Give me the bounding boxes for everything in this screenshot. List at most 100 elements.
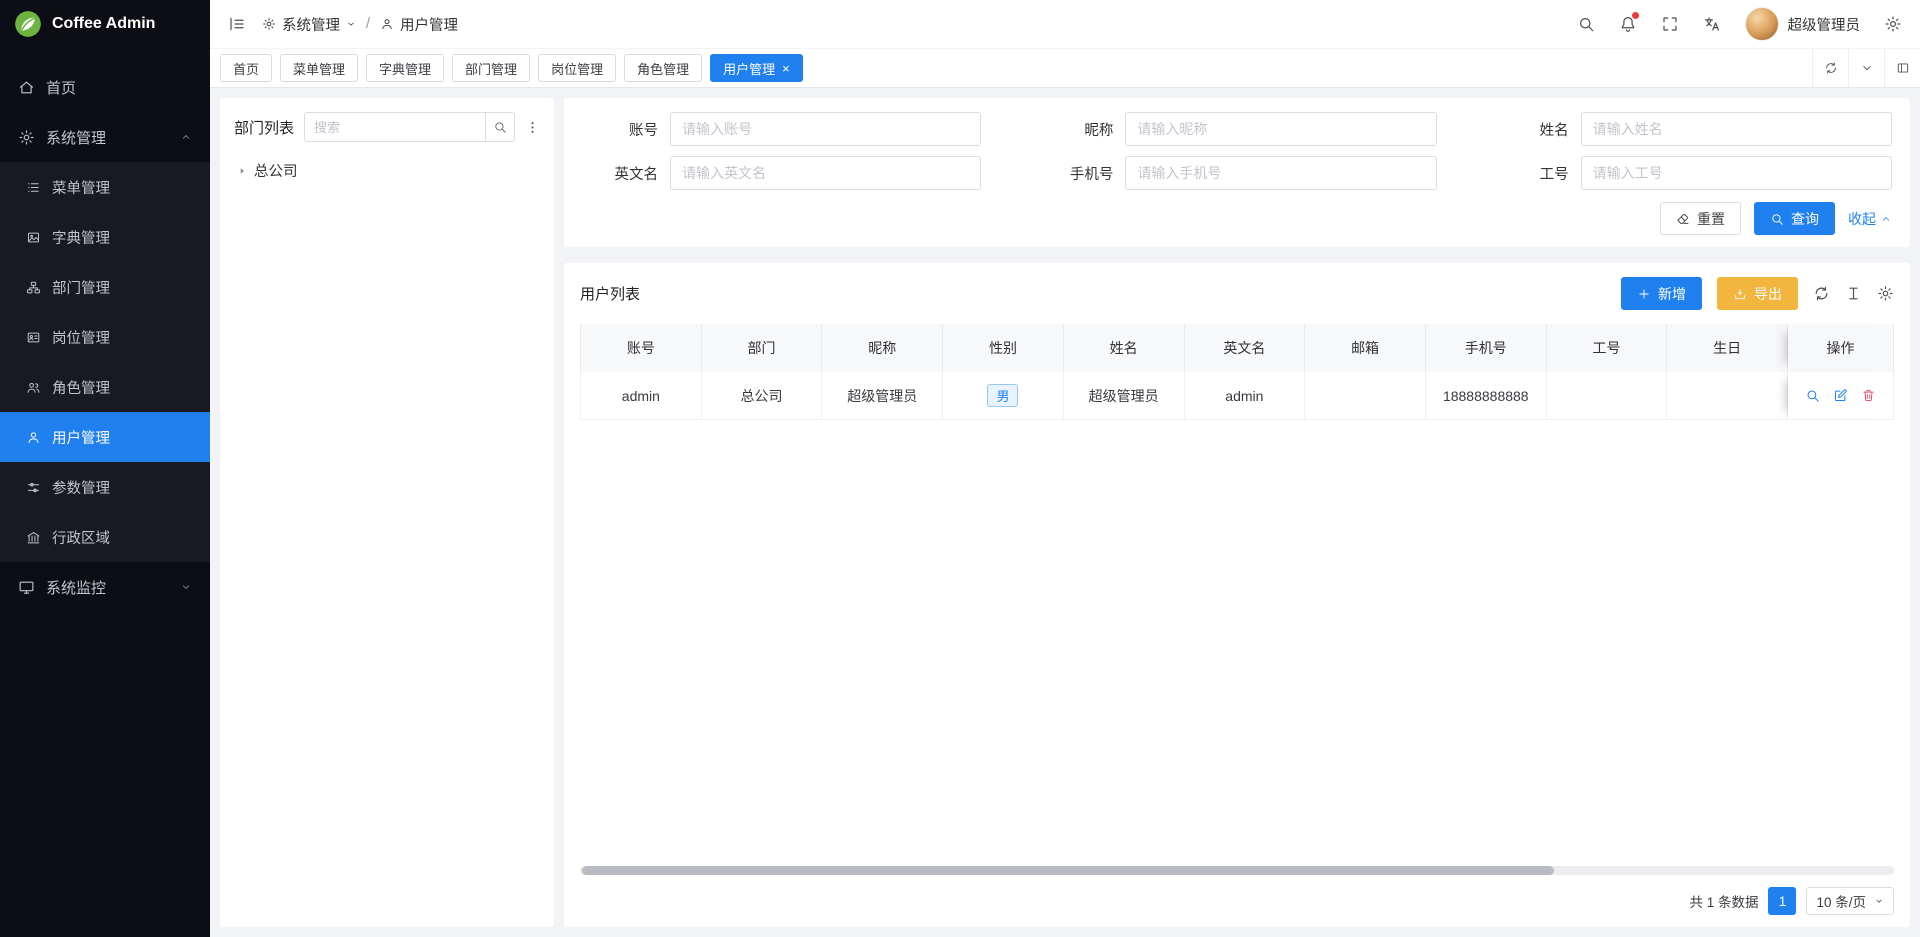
column-header-email: 邮箱: [1305, 324, 1426, 372]
export-icon: [1733, 287, 1747, 301]
tab-bar-tools: [1812, 49, 1920, 87]
name-input[interactable]: [1581, 112, 1892, 146]
export-button[interactable]: 导出: [1717, 277, 1798, 310]
user-menu[interactable]: 超级管理员: [1745, 7, 1861, 41]
query-label: 查询: [1791, 209, 1819, 229]
app-logo[interactable]: Coffee Admin: [0, 0, 210, 48]
tab-label: 字典管理: [379, 59, 431, 78]
collapse-filters-button[interactable]: 收起: [1848, 209, 1892, 229]
phone-input[interactable]: [1125, 156, 1436, 190]
sidebar-menu: 首页 系统管理 菜单管理 字典管理 部门管理: [0, 48, 210, 937]
close-icon[interactable]: ×: [782, 62, 790, 75]
monitor-icon: [18, 579, 35, 596]
avatar: [1745, 7, 1779, 41]
view-user-button[interactable]: [1805, 388, 1820, 403]
chevron-down-icon: [1874, 896, 1884, 906]
tab-dept-management[interactable]: 部门管理: [452, 54, 530, 82]
column-header-work-no: 工号: [1547, 324, 1668, 372]
tree-node-head-office[interactable]: 总公司: [234, 154, 540, 187]
settings-button[interactable]: [1884, 15, 1902, 33]
chevron-down-icon: [1860, 61, 1874, 75]
sidebar-item-role-management[interactable]: 角色管理: [0, 362, 210, 412]
search-form-card: 账号 昵称 姓名 英文名: [564, 98, 1910, 247]
breadcrumb-user-management[interactable]: 用户管理: [380, 14, 458, 35]
tab-dict-management[interactable]: 字典管理: [366, 54, 444, 82]
main-area: 系统管理 / 用户管理: [210, 0, 1920, 937]
fullscreen-button[interactable]: [1661, 15, 1679, 33]
column-header-nickname: 昵称: [822, 324, 943, 372]
reset-button[interactable]: 重置: [1660, 202, 1741, 235]
tab-options-button[interactable]: [1848, 49, 1884, 87]
chevron-up-icon: [1880, 213, 1892, 225]
delete-user-button[interactable]: [1861, 388, 1876, 403]
department-search-button[interactable]: [485, 112, 515, 142]
department-more-button[interactable]: [525, 120, 540, 135]
pagination-total: 共 1 条数据: [1689, 891, 1758, 911]
table-header-row: 账号 部门 昵称 性别 姓名 英文名 邮箱 手机号 工号 生日 操作: [580, 324, 1894, 372]
breadcrumb-system-management[interactable]: 系统管理: [262, 14, 356, 35]
query-button[interactable]: 查询: [1754, 202, 1835, 235]
menu-label: 菜单管理: [52, 177, 110, 198]
layout-icon: [1896, 61, 1910, 75]
sidebar-item-dept-management[interactable]: 部门管理: [0, 262, 210, 312]
global-search-button[interactable]: [1577, 15, 1595, 33]
sidebar-item-system-management[interactable]: 系统管理: [0, 112, 210, 162]
search-field-account: 账号: [582, 112, 981, 146]
more-vertical-icon: [525, 120, 540, 135]
reset-label: 重置: [1697, 209, 1725, 229]
page-size-select[interactable]: 10 条/页: [1806, 887, 1894, 915]
language-button[interactable]: [1703, 15, 1721, 33]
column-header-english-name: 英文名: [1185, 324, 1306, 372]
caret-right-icon[interactable]: [236, 165, 248, 177]
sidebar-item-post-management[interactable]: 岗位管理: [0, 312, 210, 362]
scrollbar-thumb[interactable]: [582, 866, 1554, 875]
notifications-button[interactable]: [1619, 15, 1637, 33]
app-title: Coffee Admin: [52, 15, 155, 33]
tab-label: 岗位管理: [551, 59, 603, 78]
account-input[interactable]: [670, 112, 981, 146]
table-settings-button[interactable]: [1877, 285, 1894, 302]
table-refresh-button[interactable]: [1813, 285, 1830, 302]
tree-node-label: 总公司: [254, 160, 298, 181]
plus-icon: [1637, 287, 1651, 301]
tab-label: 部门管理: [465, 59, 517, 78]
department-search-input[interactable]: [304, 112, 485, 142]
sliders-icon: [26, 480, 41, 495]
add-user-button[interactable]: 新增: [1621, 277, 1702, 310]
sidebar-item-menu-management[interactable]: 菜单管理: [0, 162, 210, 212]
sidebar-item-admin-region[interactable]: 行政区域: [0, 512, 210, 562]
tab-post-management[interactable]: 岗位管理: [538, 54, 616, 82]
breadcrumb: 系统管理 / 用户管理: [262, 14, 458, 35]
nickname-input[interactable]: [1125, 112, 1436, 146]
gender-tag: 男: [987, 384, 1018, 407]
english-name-input[interactable]: [670, 156, 981, 190]
department-search-group: [304, 112, 515, 142]
sidebar-item-dict-management[interactable]: 字典管理: [0, 212, 210, 262]
sidebar-item-user-management[interactable]: 用户管理: [0, 412, 210, 462]
tab-home[interactable]: 首页: [220, 54, 272, 82]
user-list-header: 用户列表 新增 导出: [580, 277, 1894, 310]
work-no-input[interactable]: [1581, 156, 1892, 190]
field-label: 英文名: [582, 163, 658, 184]
column-header-name: 姓名: [1064, 324, 1185, 372]
edit-user-button[interactable]: [1833, 388, 1848, 403]
sidebar-collapse-button[interactable]: [228, 15, 246, 33]
table-density-button[interactable]: [1845, 285, 1862, 302]
search-field-name: 姓名: [1493, 112, 1892, 146]
tab-user-management[interactable]: 用户管理 ×: [710, 54, 803, 82]
tab-label: 用户管理: [723, 59, 775, 78]
sidebar-item-param-management[interactable]: 参数管理: [0, 462, 210, 512]
cell-name: 超级管理员: [1064, 372, 1185, 420]
tab-refresh-button[interactable]: [1812, 49, 1848, 87]
list-icon: [26, 180, 41, 195]
sidebar-item-home[interactable]: 首页: [0, 62, 210, 112]
chevron-up-icon: [180, 131, 192, 143]
page-1-button[interactable]: 1: [1768, 887, 1796, 915]
sidebar-item-system-monitor[interactable]: 系统监控: [0, 562, 210, 612]
tab-role-management[interactable]: 角色管理: [624, 54, 702, 82]
tab-menu-management[interactable]: 菜单管理: [280, 54, 358, 82]
tab-label: 首页: [233, 59, 259, 78]
content-fullscreen-button[interactable]: [1884, 49, 1920, 87]
menu-label: 首页: [46, 77, 76, 98]
search-icon: [493, 120, 507, 134]
